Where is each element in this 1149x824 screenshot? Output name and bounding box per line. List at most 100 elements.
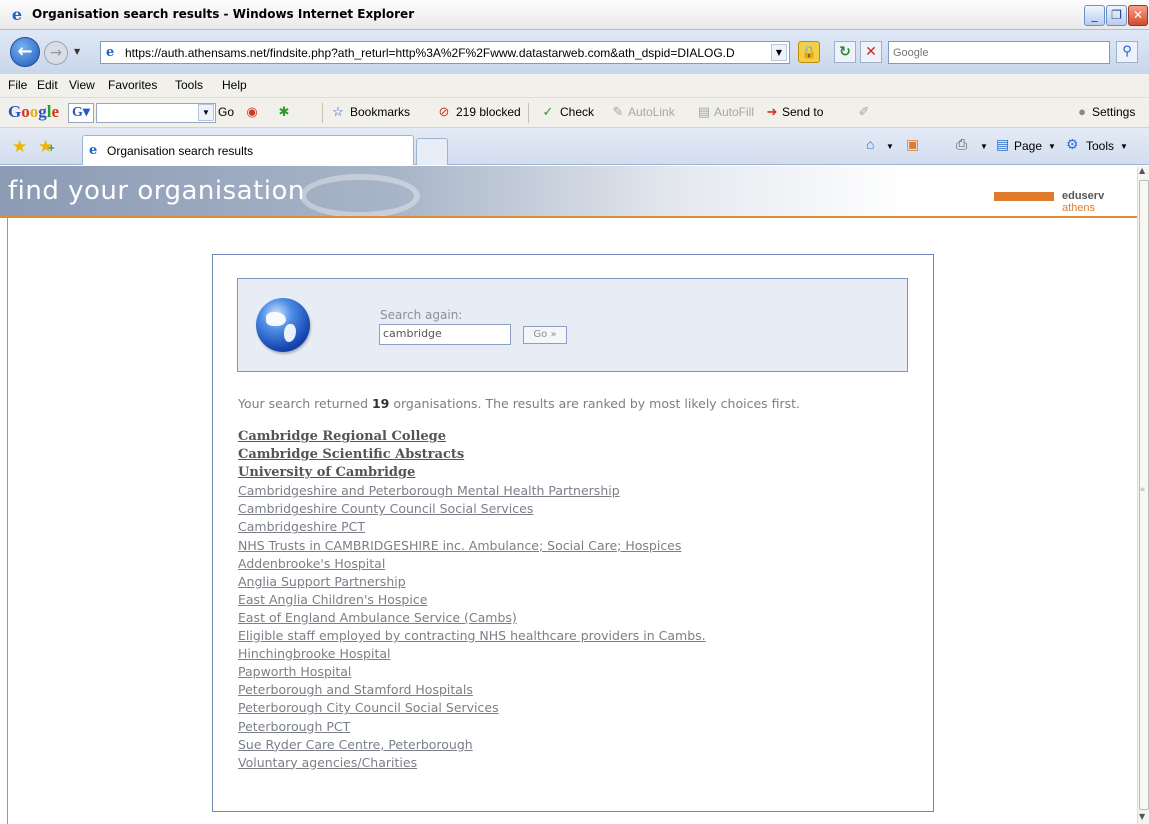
menu-tools[interactable]: Tools xyxy=(175,78,203,92)
result-link[interactable]: University of Cambridge xyxy=(238,464,898,482)
summary-suffix: organisations. The results are ranked by… xyxy=(389,396,801,411)
bookmarks-button[interactable]: Bookmarks xyxy=(350,105,410,119)
vertical-scrollbar[interactable]: ▲ ≡ ▼ xyxy=(1137,166,1149,824)
menu-edit[interactable]: Edit xyxy=(37,78,58,92)
summary-prefix: Your search returned xyxy=(238,396,372,411)
result-link[interactable]: Papworth Hospital xyxy=(238,663,898,681)
lock-icon[interactable]: 🔒 xyxy=(798,41,820,63)
popup-blocker-icon[interactable]: ⊘ xyxy=(436,104,452,120)
brand-bar xyxy=(994,192,1054,201)
new-tab-button[interactable] xyxy=(416,138,448,165)
print-dropdown-icon[interactable]: ▼ xyxy=(980,142,988,151)
find-your-organisation-title: find your organisation xyxy=(8,176,305,206)
menu-file[interactable]: File xyxy=(8,78,27,92)
tools-gear-icon[interactable]: ⚙ xyxy=(1066,136,1079,153)
home-dropdown-icon[interactable]: ▼ xyxy=(886,142,894,151)
pagerank-icon[interactable]: ◉ xyxy=(244,104,260,120)
result-link[interactable]: Peterborough City Council Social Service… xyxy=(238,699,898,717)
autofill-icon: ▤ xyxy=(697,104,711,119)
close-button[interactable]: ✕ xyxy=(1128,5,1148,26)
result-link[interactable]: Addenbrooke's Hospital xyxy=(238,555,898,573)
tools-menu-dropdown-icon[interactable]: ▼ xyxy=(1120,142,1128,151)
result-link[interactable]: East Anglia Children's Hospice xyxy=(238,591,898,609)
result-link[interactable]: Peterborough PCT xyxy=(238,718,898,736)
spellcheck-icon[interactable]: ✓ xyxy=(540,104,556,120)
stop-icon[interactable]: ✕ xyxy=(860,41,882,63)
result-link[interactable]: Cambridge Regional College xyxy=(238,428,898,446)
result-link[interactable]: Sue Ryder Care Centre, Peterborough xyxy=(238,736,898,754)
tools-menu-button[interactable]: Tools xyxy=(1086,139,1114,153)
search-again-input[interactable]: cambridge xyxy=(379,324,511,345)
result-link[interactable]: Cambridge Scientific Abstracts xyxy=(238,446,898,464)
address-bar: ← → ▼ e https://auth.athensams.net/finds… xyxy=(0,30,1149,74)
result-summary: Your search returned 19 organisations. T… xyxy=(238,396,800,411)
options-icon[interactable]: ✱ xyxy=(276,104,292,120)
search-icon[interactable]: ⚲ xyxy=(1116,41,1138,63)
search-again-label: Search again: xyxy=(380,308,463,322)
bookmark-star-icon[interactable]: ☆ xyxy=(330,104,346,120)
scroll-thumb[interactable] xyxy=(1139,180,1149,810)
url-field[interactable]: e https://auth.athensams.net/findsite.ph… xyxy=(100,41,790,64)
history-dropdown-icon[interactable]: ▼ xyxy=(74,47,80,56)
menu-favorites[interactable]: Favorites xyxy=(108,78,157,92)
maximize-button[interactable]: ❐ xyxy=(1106,5,1127,26)
page-header: find your organisation eduserv athens xyxy=(0,166,1137,218)
google-menu-button[interactable]: G▾ xyxy=(68,103,94,123)
send-to-icon[interactable]: ➜ xyxy=(764,104,780,120)
result-link[interactable]: Peterborough and Stamford Hospitals xyxy=(238,681,898,699)
feeds-icon[interactable]: ▣ xyxy=(906,136,919,153)
menu-view[interactable]: View xyxy=(69,78,95,92)
ie-logo-icon: e xyxy=(11,5,23,24)
refresh-icon[interactable]: ↻ xyxy=(834,41,856,63)
popup-blocked-count[interactable]: 219 blocked xyxy=(456,105,521,119)
favorites-star-icon[interactable]: ★ xyxy=(12,137,27,157)
menu-help[interactable]: Help xyxy=(222,78,247,92)
tab-active[interactable]: e Organisation search results xyxy=(82,135,414,165)
url-dropdown-icon[interactable]: ▼ xyxy=(771,44,787,61)
autofill-button: AutoFill xyxy=(714,105,755,119)
print-icon[interactable]: ⎙ xyxy=(956,136,967,153)
result-link[interactable]: NHS Trusts in CAMBRIDGESHIRE inc. Ambula… xyxy=(238,537,898,555)
scroll-up-icon[interactable]: ▲ xyxy=(1139,166,1145,175)
page-left-border xyxy=(0,218,8,824)
result-link[interactable]: Cambridgeshire PCT xyxy=(238,518,898,536)
result-link[interactable]: East of England Ambulance Service (Cambs… xyxy=(238,609,898,627)
google-go-button[interactable]: Go xyxy=(218,105,234,119)
page-menu-dropdown-icon[interactable]: ▼ xyxy=(1048,142,1056,151)
search-box[interactable] xyxy=(888,41,1110,64)
tab-page-icon: e xyxy=(89,143,98,158)
header-swirl-decoration xyxy=(300,174,420,216)
result-link[interactable]: Anglia Support Partnership xyxy=(238,573,898,591)
result-link[interactable]: Hinchingbrooke Hospital xyxy=(238,645,898,663)
send-to-button[interactable]: Send to xyxy=(782,105,823,119)
result-count: 19 xyxy=(371,396,390,411)
settings-button[interactable]: Settings xyxy=(1092,105,1135,119)
search-panel xyxy=(237,278,908,372)
page-menu-button[interactable]: Page xyxy=(1014,139,1042,153)
result-link[interactable]: Voluntary agencies/Charities xyxy=(238,754,898,772)
forward-button[interactable]: → xyxy=(44,41,68,65)
settings-icon[interactable]: ● xyxy=(1074,104,1090,120)
brand-sub: athens xyxy=(1062,202,1096,214)
tab-bar: ★ ★ + e Organisation search results ⌂ ▼ ▣… xyxy=(0,128,1149,165)
result-link[interactable]: Cambridgeshire County Council Social Ser… xyxy=(238,500,898,518)
minimize-button[interactable]: _ xyxy=(1084,5,1105,26)
autolink-icon: ✎ xyxy=(612,104,624,119)
back-button[interactable]: ← xyxy=(10,37,40,67)
google-search-dropdown-icon[interactable]: ▼ xyxy=(198,104,214,121)
add-favorites-icon[interactable]: ★ + xyxy=(38,137,55,157)
check-button[interactable]: Check xyxy=(560,105,594,119)
scroll-down-icon[interactable]: ▼ xyxy=(1139,812,1145,821)
brand-main: eduserv xyxy=(1062,190,1105,202)
url-text[interactable]: https://auth.athensams.net/findsite.php?… xyxy=(125,46,765,60)
result-link[interactable]: Cambridgeshire and Peterborough Mental H… xyxy=(238,482,898,500)
google-logo: Google xyxy=(8,102,60,121)
page-icon: e xyxy=(106,45,115,60)
home-icon[interactable]: ⌂ xyxy=(866,136,874,152)
result-link[interactable]: Eligible staff employed by contracting N… xyxy=(238,627,898,645)
go-button[interactable]: Go » xyxy=(523,326,567,344)
menu-bar: File Edit View Favorites Tools Help xyxy=(0,74,1149,98)
highlight-icon: ✐ xyxy=(858,104,870,119)
page-menu-icon[interactable]: ▤ xyxy=(996,136,1009,153)
search-input[interactable] xyxy=(893,43,1103,62)
